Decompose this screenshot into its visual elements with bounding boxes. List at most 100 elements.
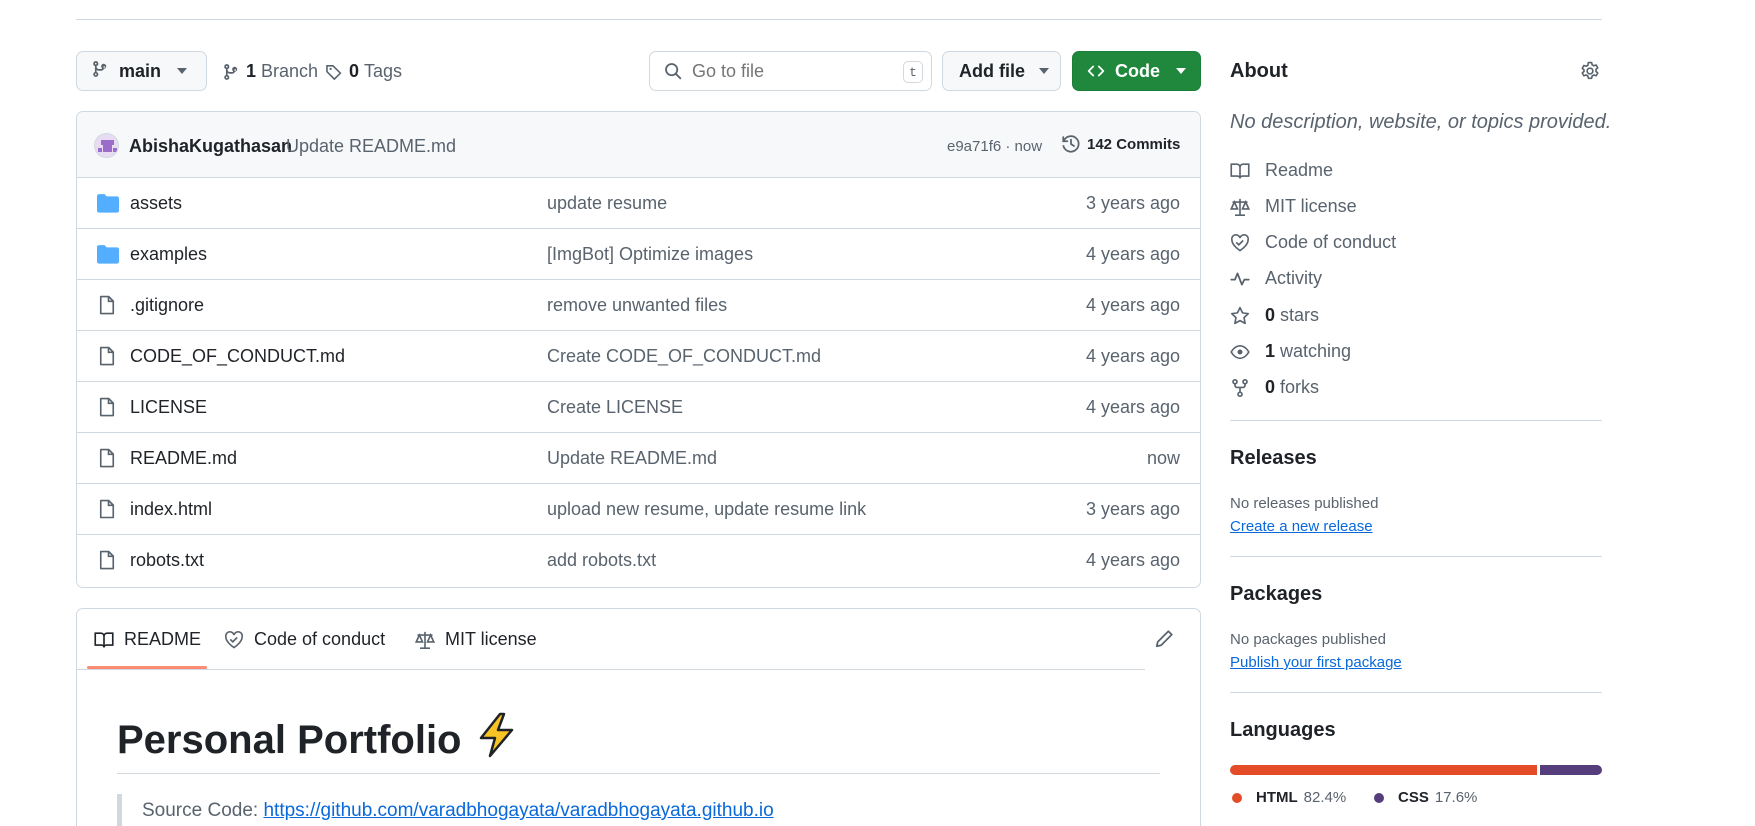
latest-commit-bar: AbishaKugathasan Update README.md e9a71f… [77, 112, 1200, 178]
file-name-link[interactable]: examples [130, 244, 207, 265]
commits-link[interactable]: 142 Commits [1061, 134, 1180, 154]
watching-count: 1 [1265, 341, 1276, 361]
edit-readme-button[interactable] [1154, 629, 1174, 654]
edit-about-button[interactable] [1580, 61, 1600, 86]
sidebar-item-activity[interactable]: Activity [1230, 268, 1322, 289]
commit-hash-time[interactable]: e9a71f6 · now [947, 138, 1042, 155]
file-name-link[interactable]: README.md [130, 448, 237, 469]
file-commit-age: 4 years ago [1085, 346, 1180, 366]
sidebar-divider [1230, 556, 1602, 557]
file-name-link[interactable]: robots.txt [130, 550, 204, 571]
file-icon [97, 397, 117, 422]
table-row: robots.txt add robots.txt 4 years ago [77, 535, 1200, 586]
file-commit-message[interactable]: remove unwanted files [547, 295, 727, 316]
code-of-conduct-icon [225, 630, 243, 648]
sidebar-item-watching[interactable]: 1 watching [1230, 341, 1351, 362]
folder-icon [97, 193, 119, 218]
table-row: .gitignore remove unwanted files 4 years a… [77, 280, 1200, 331]
add-file-label: Add file [959, 60, 1025, 81]
file-name-link[interactable]: LICENSE [130, 397, 207, 418]
commit-author[interactable]: AbishaKugathasan [129, 136, 292, 157]
file-name-link[interactable]: assets [130, 193, 182, 214]
readme-title-text: Personal Portfolio [117, 717, 462, 762]
stars-label: stars [1280, 305, 1320, 325]
tags-count: 0 [349, 61, 360, 81]
scale-icon [415, 631, 435, 649]
file-icon [97, 550, 117, 575]
go-to-file-search[interactable]: t [649, 51, 932, 91]
sidebar-item-label: MIT license [1265, 196, 1357, 216]
packages-heading[interactable]: Packages [1230, 583, 1322, 606]
active-tab-indicator [87, 666, 207, 669]
file-icon [97, 295, 117, 320]
table-row: CODE_OF_CONDUCT.md Create CODE_OF_CONDUCT… [77, 331, 1200, 382]
pulse-icon [1230, 269, 1250, 289]
file-commit-message[interactable]: Update README.md [547, 448, 717, 469]
file-commit-age: now [1146, 448, 1180, 468]
sidebar-divider [1230, 420, 1602, 421]
file-name-link[interactable]: index.html [130, 499, 212, 520]
pencil-icon [1155, 630, 1173, 648]
chevron-down-icon [1039, 68, 1049, 74]
blockquote-bar [117, 794, 122, 826]
top-divider [76, 19, 1602, 20]
readme-title: Personal Portfolio [117, 712, 518, 768]
language-name: CSS [1398, 789, 1429, 806]
source-code-link[interactable]: https://github.com/varadbhogayata/varadb… [263, 800, 773, 821]
file-commit-message[interactable]: update resume [547, 193, 667, 214]
sidebar-item-label: Readme [1265, 160, 1334, 180]
tab-code-of-conduct[interactable]: Code of conduct [224, 629, 385, 650]
language-item-css[interactable]: CSS 17.6% [1374, 789, 1477, 806]
code-icon [1087, 65, 1105, 77]
tab-readme[interactable]: README [94, 629, 201, 650]
table-row: assets update resume 3 years ago [77, 178, 1200, 229]
tags-link[interactable]: 0 Tags [325, 61, 402, 82]
git-branch-icon [91, 60, 109, 83]
file-commit-message[interactable]: add robots.txt [547, 550, 656, 571]
packages-empty-text: No packages published [1230, 631, 1386, 648]
commits-count: 142 Commits [1087, 135, 1181, 153]
file-commit-message[interactable]: upload new resume, update resume link [547, 499, 866, 520]
sidebar-item-license[interactable]: MIT license [1230, 196, 1357, 217]
sidebar-item-stars[interactable]: 0 stars [1230, 305, 1319, 326]
file-commit-message[interactable]: [ImgBot] Optimize images [547, 244, 753, 265]
sidebar-item-code-of-conduct[interactable]: Code of conduct [1230, 232, 1396, 253]
language-item-html[interactable]: HTML 82.4% [1232, 789, 1346, 806]
source-code-label: Source Code: [142, 800, 264, 821]
commit-message[interactable]: Update README.md [286, 136, 456, 157]
title-divider [117, 773, 1160, 774]
branches-link[interactable]: 1 Branch [222, 61, 318, 82]
file-name-link[interactable]: CODE_OF_CONDUCT.md [130, 346, 345, 367]
avatar[interactable] [94, 133, 119, 158]
add-file-button[interactable]: Add file [942, 51, 1061, 91]
file-commit-message[interactable]: Create CODE_OF_CONDUCT.md [547, 346, 821, 367]
create-release-link[interactable]: Create a new release [1230, 518, 1373, 535]
language-percent: 82.4% [1303, 789, 1347, 806]
file-commit-age: 4 years ago [1085, 244, 1180, 264]
branches-count: 1 [246, 61, 257, 81]
chevron-down-icon [1176, 68, 1186, 74]
sidebar-item-forks[interactable]: 0 forks [1230, 377, 1319, 398]
tags-label: Tags [364, 61, 403, 81]
file-commit-age: 3 years ago [1085, 499, 1180, 519]
html-color-dot [1232, 792, 1242, 803]
sidebar-item-readme[interactable]: Readme [1230, 160, 1333, 181]
sidebar-divider [1230, 692, 1602, 693]
language-bar [1230, 765, 1602, 775]
tab-license[interactable]: MIT license [415, 629, 537, 650]
file-commit-message[interactable]: Create LICENSE [547, 397, 683, 418]
css-color-dot [1374, 792, 1384, 803]
code-of-conduct-icon [1230, 233, 1250, 253]
gear-icon [1581, 61, 1599, 80]
branch-selector-button[interactable]: main [76, 51, 207, 91]
file-icon [97, 448, 117, 473]
file-name-link[interactable]: .gitignore [130, 295, 204, 316]
publish-package-link[interactable]: Publish your first package [1230, 654, 1402, 671]
releases-heading[interactable]: Releases [1230, 447, 1317, 470]
search-input[interactable] [692, 60, 892, 82]
tab-code-of-conduct-label: Code of conduct [254, 629, 386, 649]
stars-count: 0 [1265, 305, 1276, 325]
readme-panel: README Code of conduct MIT license Perso… [76, 608, 1201, 826]
keyboard-shortcut-hint: t [903, 61, 923, 83]
code-button[interactable]: Code [1072, 51, 1201, 91]
